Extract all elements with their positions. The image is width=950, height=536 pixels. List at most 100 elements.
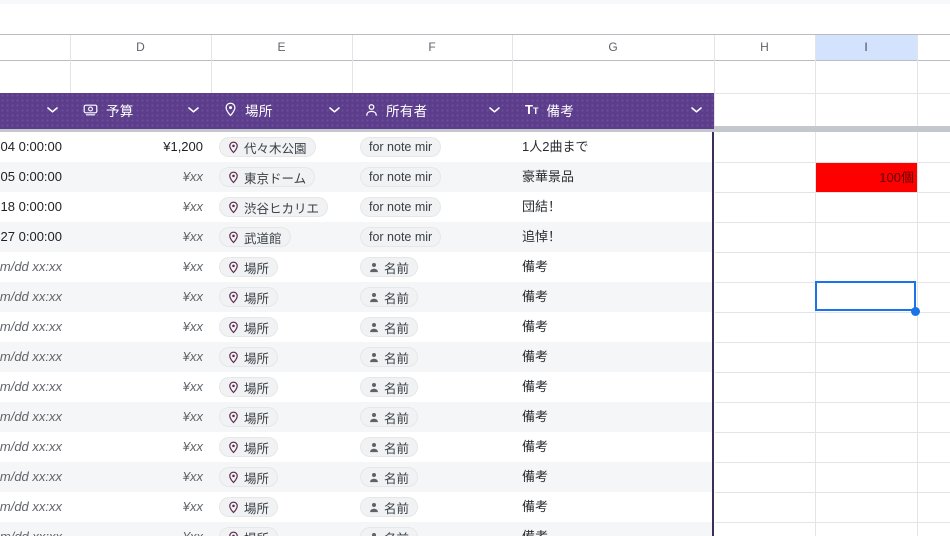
owner-chip-label: 名前 [384,471,410,486]
place-chip[interactable]: 場所 [219,497,279,517]
toolbar-edge [0,0,950,4]
budget-cell: ¥xx [182,409,203,424]
gridline [715,492,950,493]
location-pin-icon [229,441,238,453]
place-chip[interactable]: 場所 [219,377,279,397]
owner-chip[interactable]: for note mir [360,197,442,217]
table-header-label: 所有者 [386,103,428,119]
date-cell: m/dd xx:xx [0,259,62,274]
owner-chip[interactable]: 名前 [360,437,419,457]
owner-chip-label: for note mir [369,140,433,154]
owner-chip[interactable]: 名前 [360,467,419,487]
place-chip-label: 場所 [244,291,270,306]
owner-chip-label: 名前 [384,261,410,276]
place-chip[interactable]: 場所 [219,347,279,367]
gridline [715,192,950,193]
budget-cell: ¥xx [70,522,203,536]
column-header-d[interactable]: D [70,35,211,60]
column-header-g[interactable]: G [512,35,714,60]
place-chip[interactable]: 渋谷ヒカリエ [219,197,329,217]
place-chip-label: 場所 [244,351,270,366]
owner-chip[interactable]: 名前 [360,377,419,397]
person-icon [372,532,376,536]
place-chip[interactable]: 代々木公園 [219,137,316,157]
gridline [715,402,950,403]
place-chip[interactable]: 場所 [219,437,279,457]
note-cell: 備考 [522,289,549,304]
fill-handle-dot[interactable] [911,307,920,316]
date-cell: 05 0:00:00 [0,169,62,184]
place-chip-label: 武道館 [244,231,282,246]
owner-chip[interactable]: 名前 [360,497,419,517]
person-icon [370,352,378,362]
budget-cell: ¥xx [182,289,203,304]
column-menu-chevron-icon[interactable] [47,107,58,113]
person-icon [370,472,378,482]
active-cell-selection[interactable] [815,281,916,311]
column-menu-chevron-icon[interactable] [188,107,199,113]
column-header-j[interactable] [917,35,950,60]
person-icon [370,382,378,392]
spreadsheet-canvas: D E F G H I 予算 場所 所有者 TT 備考 04 0:00:00 ¥… [0,0,950,536]
date-cell: m/dd xx:xx [0,409,62,424]
table-header-label: 場所 [245,103,273,119]
location-pin-icon [229,351,238,363]
column-menu-chevron-icon[interactable] [489,107,500,113]
table-row: m/dd xx:xx ¥xx 場所 名前 備考 [0,342,713,372]
gridline [715,462,950,463]
owner-chip[interactable]: 名前 [360,527,419,536]
column-header-i-selected[interactable]: I [815,35,917,60]
table-header-owner[interactable]: 所有者 [352,93,512,126]
owner-chip[interactable]: 名前 [360,347,419,367]
place-chip-label: 場所 [244,471,270,486]
column-menu-chevron-icon[interactable] [691,107,702,113]
budget-cell: ¥xx [182,469,203,484]
person-icon [366,103,377,116]
column-header-e[interactable]: E [211,35,352,60]
table-header-note[interactable]: TT 備考 [512,93,714,126]
place-chip-label: 東京ドーム [244,171,307,186]
column-header-f[interactable]: F [352,35,512,60]
owner-chip[interactable]: for note mir [360,137,442,157]
budget-cell: ¥xx [182,229,203,244]
table-row: m/dd xx:xx ¥xx 場所 名前 備考 [0,522,713,536]
location-pin-icon [229,471,238,483]
owner-chip[interactable]: for note mir [360,167,442,187]
table-row: m/dd xx:xx ¥xx 場所 名前 備考 [0,402,713,432]
column-menu-chevron-icon[interactable] [329,107,340,113]
date-cell: m/dd xx:xx [0,289,62,304]
place-chip[interactable]: 東京ドーム [219,167,316,187]
owner-chip[interactable]: 名前 [360,257,419,277]
owner-chip[interactable]: for note mir [360,227,442,247]
place-chip[interactable]: 場所 [219,527,279,536]
date-cell: m/dd xx:xx [0,439,62,454]
owner-chip[interactable]: 名前 [360,407,419,427]
note-cell: 追悼！ [522,229,562,244]
place-chip[interactable]: 場所 [219,407,279,427]
table-header-place[interactable]: 場所 [211,93,352,126]
column-header-c[interactable] [0,35,70,60]
place-chip[interactable]: 場所 [219,467,279,487]
owner-chip-label: 名前 [384,501,410,516]
place-chip-label: 場所 [244,411,270,426]
owner-chip[interactable]: 名前 [360,287,419,307]
table-row: m/dd xx:xx ¥xx 場所 名前 備考 [0,282,713,312]
place-chip[interactable]: 場所 [219,317,279,337]
note-cell: 備考 [522,379,549,394]
person-icon [370,262,378,272]
table-header-budget[interactable]: 予算 [70,93,211,126]
red-highlight-cell[interactable]: 100個 [816,163,917,192]
gridline [917,35,918,536]
date-cell: m/dd xx:xx [0,379,62,394]
note-cell: 1人2曲まで [522,139,589,154]
place-chip-label: 代々木公園 [244,141,307,156]
column-header-h[interactable]: H [714,35,815,60]
place-chip[interactable]: 場所 [219,287,279,307]
gridline [70,35,71,93]
place-chip[interactable]: 武道館 [219,227,291,247]
owner-chip[interactable]: 名前 [360,317,419,337]
date-cell: 27 0:00:00 [0,229,62,244]
owner-chip-label: for note mir [369,170,433,184]
budget-cell: ¥xx [182,199,203,214]
place-chip[interactable]: 場所 [219,257,279,277]
